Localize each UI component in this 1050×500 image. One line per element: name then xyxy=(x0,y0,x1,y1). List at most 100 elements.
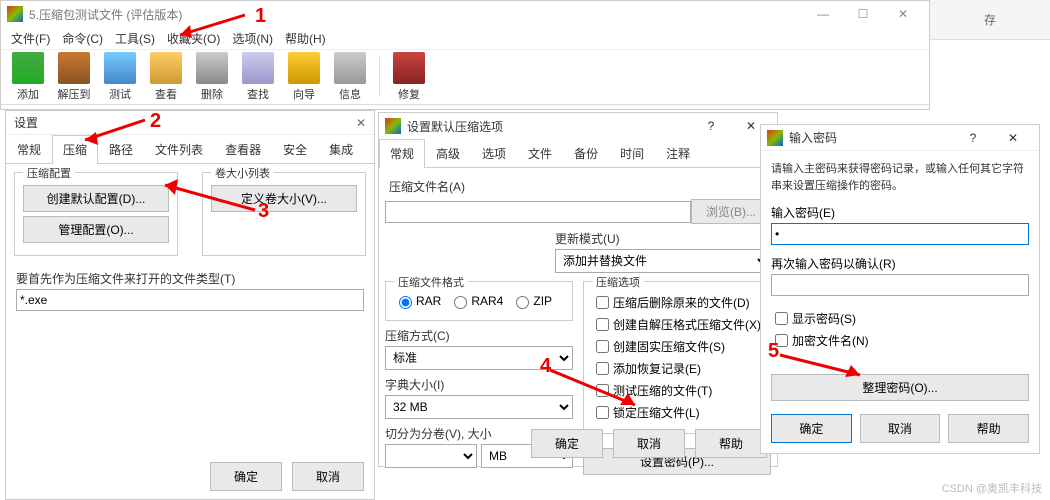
minimize-button[interactable]: — xyxy=(803,1,843,27)
confirm-password-input[interactable] xyxy=(771,274,1029,296)
archive-name-input[interactable] xyxy=(385,201,691,223)
help-button[interactable]: 帮助 xyxy=(948,414,1029,443)
add-icon xyxy=(12,52,44,84)
radio-zip[interactable]: ZIP xyxy=(511,293,552,309)
define-volume-button[interactable]: 定义卷大小(V)... xyxy=(211,185,357,212)
repair-icon xyxy=(393,52,425,84)
cancel-button[interactable]: 取消 xyxy=(860,414,941,443)
settings-title: 设置✕ xyxy=(6,111,374,135)
window-title: 5.压缩包测试文件 (评估版本) xyxy=(29,6,803,23)
tab-filelist[interactable]: 文件列表 xyxy=(144,135,214,163)
divider xyxy=(379,57,380,97)
tab-comment[interactable]: 注释 xyxy=(655,139,701,167)
pwd-titlebar: 输入密码 ? ✕ xyxy=(761,125,1039,151)
tab-time[interactable]: 时间 xyxy=(609,139,655,167)
toolbar-repair[interactable]: 修复 xyxy=(386,50,432,104)
cancel-button[interactable]: 取消 xyxy=(292,462,364,491)
dict-select[interactable]: 32 MB xyxy=(385,395,573,419)
chk-sfx[interactable]: 创建自解压格式压缩文件(X) xyxy=(592,315,762,334)
cancel-button[interactable]: 取消 xyxy=(613,429,685,458)
menu-command[interactable]: 命令(C) xyxy=(56,28,109,49)
tab-file[interactable]: 文件 xyxy=(517,139,563,167)
rar-icon xyxy=(7,6,23,22)
toolbar: 添加 解压到 测试 查看 删除 查找 向导 信息 修复 xyxy=(1,49,929,105)
tab-options[interactable]: 选项 xyxy=(471,139,517,167)
tab-compress[interactable]: 压缩 xyxy=(52,135,98,164)
menu-options[interactable]: 选项(N) xyxy=(226,28,279,49)
organize-passwords-button[interactable]: 整理密码(O)... xyxy=(771,374,1029,401)
tab-general[interactable]: 常规 xyxy=(6,135,52,163)
toolbar-wizard[interactable]: 向导 xyxy=(281,50,327,104)
pwd-title: 输入密码 xyxy=(789,129,953,146)
extract-icon xyxy=(58,52,90,84)
tab-backup[interactable]: 备份 xyxy=(563,139,609,167)
toolbar-extract[interactable]: 解压到 xyxy=(51,50,97,104)
ok-button[interactable]: 确定 xyxy=(771,414,852,443)
group-compress-profile: 压缩配置 创建默认配置(D)... 管理配置(O)... xyxy=(14,172,178,256)
tab-advanced[interactable]: 高级 xyxy=(425,139,471,167)
toolbar-test[interactable]: 测试 xyxy=(97,50,143,104)
tab-viewer[interactable]: 查看器 xyxy=(214,135,272,163)
confirm-label: 再次输入密码以确认(R) xyxy=(771,257,896,271)
main-window: 5.压缩包测试文件 (评估版本) — ☐ ✕ 文件(F) 命令(C) 工具(S)… xyxy=(0,0,930,110)
ok-button[interactable]: 确定 xyxy=(210,462,282,491)
menu-file[interactable]: 文件(F) xyxy=(5,28,56,49)
radio-rar[interactable]: RAR xyxy=(394,293,441,309)
titlebar: 5.压缩包测试文件 (评估版本) — ☐ ✕ xyxy=(1,1,929,27)
tab-security[interactable]: 安全 xyxy=(272,135,318,163)
password-input[interactable] xyxy=(771,223,1029,245)
prefer-input[interactable] xyxy=(16,289,364,311)
toolbar-add[interactable]: 添加 xyxy=(5,50,51,104)
browse-button[interactable]: 浏览(B)... xyxy=(691,199,771,224)
group-volume: 卷大小列表 定义卷大小(V)... xyxy=(202,172,366,256)
toolbar-find[interactable]: 查找 xyxy=(235,50,281,104)
manage-profile-button[interactable]: 管理配置(O)... xyxy=(23,216,169,243)
menu-favorites[interactable]: 收藏夹(O) xyxy=(161,28,226,49)
chk-test[interactable]: 测试压缩的文件(T) xyxy=(592,381,762,400)
toolbar-info[interactable]: 信息 xyxy=(327,50,373,104)
maximize-button[interactable]: ☐ xyxy=(843,1,883,27)
menubar: 文件(F) 命令(C) 工具(S) 收藏夹(O) 选项(N) 帮助(H) xyxy=(1,27,929,49)
prefer-label: 要首先作为压缩文件来打开的文件类型(T) xyxy=(16,270,364,287)
pwd-message: 请输入主密码来获得密码记录，或输入任何其它字符串来设置压缩操作的密码。 xyxy=(771,161,1029,194)
close-button[interactable]: ✕ xyxy=(883,1,923,27)
help-button[interactable]: 帮助 xyxy=(695,429,767,458)
chk-lock[interactable]: 锁定压缩文件(L) xyxy=(592,403,762,422)
menu-tools[interactable]: 工具(S) xyxy=(109,28,161,49)
chk-recovery[interactable]: 添加恢复记录(E) xyxy=(592,359,762,378)
view-icon xyxy=(150,52,182,84)
toolbar-view[interactable]: 查看 xyxy=(143,50,189,104)
chk-delete-after[interactable]: 压缩后删除原来的文件(D) xyxy=(592,293,762,312)
close-icon[interactable]: ✕ xyxy=(993,125,1033,151)
wizard-icon xyxy=(288,52,320,84)
ok-button[interactable]: 确定 xyxy=(531,429,603,458)
split-size-select[interactable] xyxy=(385,444,477,468)
chk-solid[interactable]: 创建固实压缩文件(S) xyxy=(592,337,762,356)
tab-general[interactable]: 常规 xyxy=(379,139,425,168)
dict-label: 字典大小(I) xyxy=(385,376,563,393)
tab-integration[interactable]: 集成 xyxy=(318,135,364,163)
info-icon xyxy=(334,52,366,84)
help-icon[interactable]: ? xyxy=(953,125,993,151)
help-icon[interactable]: ? xyxy=(691,113,731,139)
toolbar-delete[interactable]: 删除 xyxy=(189,50,235,104)
rar-icon xyxy=(385,118,401,134)
radio-rar4[interactable]: RAR4 xyxy=(449,293,503,309)
group-options: 压缩选项 压缩后删除原来的文件(D) 创建自解压格式压缩文件(X) 创建固实压缩… xyxy=(583,281,771,434)
method-label: 压缩方式(C) xyxy=(385,327,563,344)
test-icon xyxy=(104,52,136,84)
chk-encrypt-names[interactable]: 加密文件名(N) xyxy=(771,331,1029,350)
create-default-button[interactable]: 创建默认配置(D)... xyxy=(23,185,169,212)
update-mode-select[interactable]: 添加并替换文件 xyxy=(555,249,771,273)
password-dialog: 输入密码 ? ✕ 请输入主密码来获得密码记录，或输入任何其它字符串来设置压缩操作… xyxy=(760,124,1040,454)
settings-dialog: 设置✕ 常规 压缩 路径 文件列表 查看器 安全 集成 压缩配置 创建默认配置(… xyxy=(5,110,375,500)
find-icon xyxy=(242,52,274,84)
rar-icon xyxy=(767,130,783,146)
chk-show-password[interactable]: 显示密码(S) xyxy=(771,309,1029,328)
menu-help[interactable]: 帮助(H) xyxy=(279,28,332,49)
method-select[interactable]: 标准 xyxy=(385,346,573,370)
defaults-title: 设置默认压缩选项 xyxy=(407,118,691,135)
tab-path[interactable]: 路径 xyxy=(98,135,144,163)
close-icon[interactable]: ✕ xyxy=(356,116,366,130)
right-panel-fragment: 存 xyxy=(930,0,1050,40)
